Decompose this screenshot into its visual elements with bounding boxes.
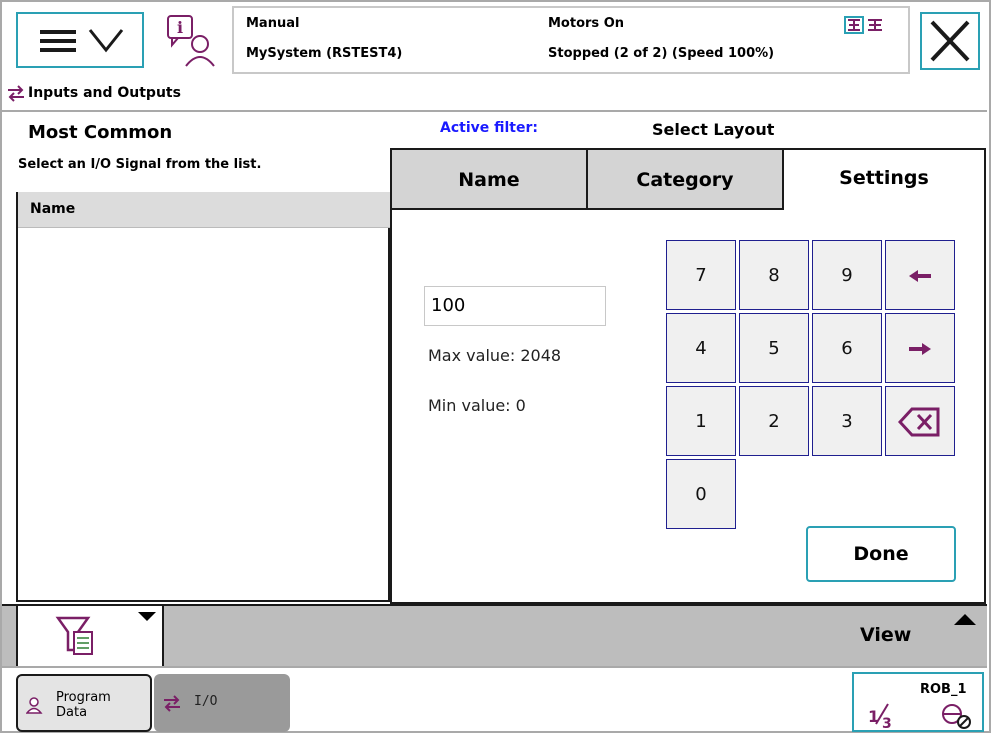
- hamburger-icon: [40, 30, 76, 52]
- backspace-icon: [897, 407, 940, 437]
- column-header-name[interactable]: Name: [18, 192, 390, 228]
- key-6[interactable]: 6: [812, 313, 882, 383]
- cursor-left-button[interactable]: [885, 240, 955, 310]
- tab-settings[interactable]: Settings: [784, 150, 984, 210]
- tab-category[interactable]: Category: [588, 150, 784, 210]
- taskbar-io[interactable]: I/O: [154, 674, 290, 732]
- key-4[interactable]: 4: [666, 313, 736, 383]
- taskbar: Program Data I/O ROB_1 1 3: [2, 666, 987, 732]
- arrow-left-icon: [909, 270, 931, 282]
- close-button[interactable]: [920, 12, 980, 70]
- filter-icon: [55, 612, 156, 655]
- command-bar: View: [2, 604, 987, 666]
- status-bar: i Manual MySystem (RSTEST4) Motors On St…: [2, 2, 987, 78]
- key-8[interactable]: 8: [739, 240, 809, 310]
- taskbar-program-data[interactable]: Program Data: [16, 674, 152, 732]
- triangle-up-icon: [954, 614, 976, 625]
- program-data-icon: [26, 697, 43, 714]
- tab-name[interactable]: Name: [392, 150, 588, 210]
- operating-mode: Manual: [246, 16, 300, 31]
- key-0[interactable]: 0: [666, 459, 736, 529]
- list-title: Most Common: [28, 122, 173, 143]
- io-arrows-icon: [164, 695, 180, 712]
- signal-list[interactable]: Name: [16, 192, 390, 602]
- max-value-label: Max value: 2048: [428, 346, 562, 365]
- svg-text:3: 3: [882, 716, 892, 730]
- select-layout-label: Select Layout: [652, 120, 775, 139]
- list-instructions: Select an I/O Signal from the list.: [18, 157, 262, 172]
- key-1[interactable]: 1: [666, 386, 736, 456]
- app-title-bar: Inputs and Outputs: [2, 78, 987, 112]
- motors-state: Motors On: [548, 16, 624, 31]
- key-2[interactable]: 2: [739, 386, 809, 456]
- io-arrows-icon: [8, 85, 24, 102]
- svg-text:i: i: [177, 18, 183, 37]
- chevron-down-icon: [88, 29, 124, 53]
- cursor-right-button[interactable]: [885, 313, 955, 383]
- quickset-button[interactable]: ROB_1 1 3: [852, 672, 984, 732]
- key-5[interactable]: 5: [739, 313, 809, 383]
- key-7[interactable]: 7: [666, 240, 736, 310]
- key-3[interactable]: 3: [812, 386, 882, 456]
- view-menu-button[interactable]: View: [860, 624, 911, 646]
- taskbar-io-label: I/O: [194, 694, 218, 709]
- active-filter-label: Active filter:: [440, 120, 538, 136]
- robot-run-mode-icon: 1 3: [868, 703, 971, 730]
- backspace-button[interactable]: [885, 386, 955, 456]
- event-log-icon[interactable]: i: [164, 12, 220, 68]
- program-state: Stopped (2 of 2) (Speed 100%): [548, 46, 775, 61]
- robot-status-icon: [844, 16, 882, 34]
- key-9[interactable]: 9: [812, 240, 882, 310]
- min-value-label: Min value: 0: [428, 396, 526, 415]
- system-name: MySystem (RSTEST4): [246, 46, 403, 61]
- taskbar-program-data-label: Program Data: [56, 690, 111, 720]
- column-header-label: Name: [30, 201, 76, 217]
- filter-panel: Name Category Settings 100 Max value: 20…: [390, 148, 986, 604]
- filter-menu-button[interactable]: [16, 606, 164, 666]
- arrow-right-icon: [909, 343, 931, 355]
- done-button[interactable]: Done: [806, 526, 956, 582]
- status-panel: Manual MySystem (RSTEST4) Motors On Stop…: [232, 6, 910, 74]
- app-title: Inputs and Outputs: [28, 85, 181, 101]
- main-menu-button[interactable]: [16, 12, 144, 68]
- close-icon: [930, 20, 970, 62]
- value-field[interactable]: 100: [424, 286, 606, 326]
